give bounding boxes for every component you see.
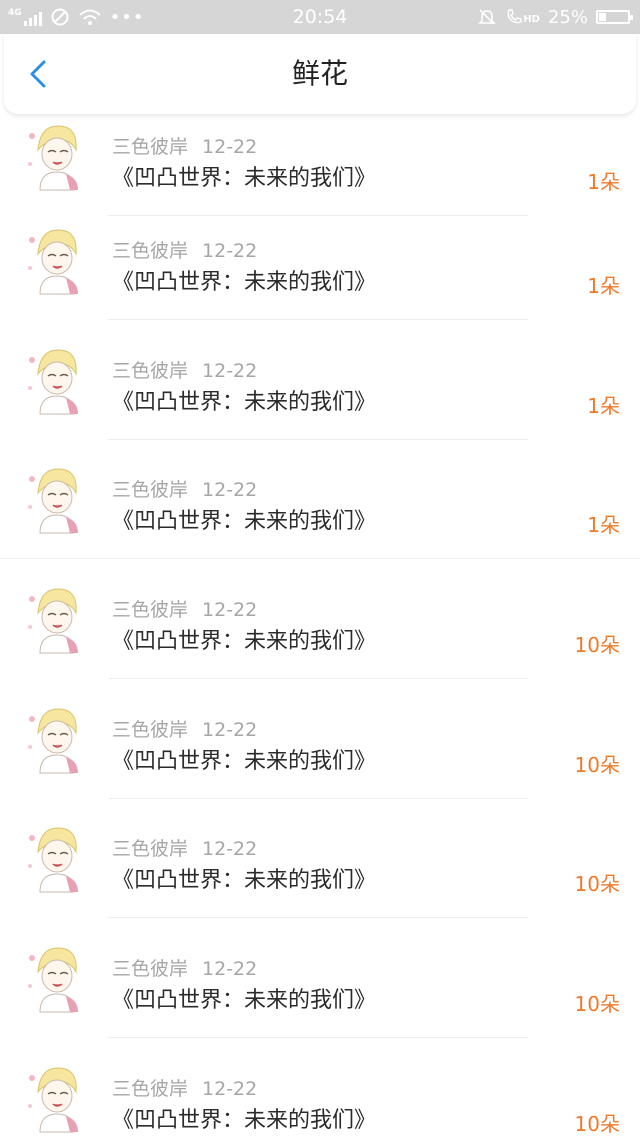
flower-count: 10朵 (574, 872, 620, 896)
user-avatar[interactable] (26, 120, 86, 192)
list-item[interactable]: 三色彼岸 12-22 《凹凸世界：未来的我们》 10朵 (0, 679, 640, 799)
record-date: 12-22 (202, 360, 258, 382)
username[interactable]: 三色彼岸 (112, 1078, 188, 1100)
record-date: 12-22 (202, 240, 258, 262)
work-title[interactable]: 《凹凸世界：未来的我们》 (112, 503, 376, 535)
bell-muted-icon (478, 9, 497, 25)
work-title[interactable]: 《凹凸世界：未来的我们》 (112, 982, 376, 1014)
record-date: 12-22 (202, 838, 258, 860)
record-meta: 三色彼岸 12-22 (112, 715, 257, 742)
work-title[interactable]: 《凹凸世界：未来的我们》 (112, 623, 376, 655)
username[interactable]: 三色彼岸 (112, 958, 188, 980)
record-meta: 三色彼岸 12-22 (112, 475, 257, 502)
flower-count: 1朵 (587, 513, 620, 537)
status-bar: 4G ••• 20:54 HD 25% (0, 0, 640, 34)
record-meta: 三色彼岸 12-22 (112, 834, 257, 861)
username[interactable]: 三色彼岸 (112, 719, 188, 741)
work-title[interactable]: 《凹凸世界：未来的我们》 (112, 1102, 376, 1134)
hd-call-icon: HD (505, 8, 540, 26)
list-item[interactable]: 三色彼岸 12-22 《凹凸世界：未来的我们》 1朵 (0, 200, 640, 320)
username[interactable]: 三色彼岸 (112, 838, 188, 860)
page-title: 鲜花 (291, 57, 348, 90)
battery-icon (596, 10, 633, 24)
work-title[interactable]: 《凹凸世界：未来的我们》 (112, 862, 376, 894)
record-date: 12-22 (202, 479, 258, 501)
list-item[interactable]: 三色彼岸 12-22 《凹凸世界：未来的我们》 10朵 (0, 918, 640, 1038)
list-item[interactable]: 三色彼岸 12-22 《凹凸世界：未来的我们》 10朵 (0, 1038, 640, 1138)
username[interactable]: 三色彼岸 (112, 240, 188, 262)
username[interactable]: 三色彼岸 (112, 136, 188, 158)
record-meta: 三色彼岸 12-22 (112, 954, 257, 981)
record-meta: 三色彼岸 12-22 (112, 356, 257, 383)
record-meta: 三色彼岸 12-22 (112, 595, 257, 622)
user-avatar[interactable] (26, 344, 86, 416)
flower-count: 1朵 (587, 170, 620, 194)
flower-count: 10朵 (574, 1112, 620, 1136)
record-date: 12-22 (202, 719, 258, 741)
flower-count: 1朵 (587, 274, 620, 298)
hd-label: HD (523, 14, 540, 25)
work-title[interactable]: 《凹凸世界：未来的我们》 (112, 384, 376, 416)
username[interactable]: 三色彼岸 (112, 479, 188, 501)
list-item[interactable]: 三色彼岸 12-22 《凹凸世界：未来的我们》 10朵 (0, 559, 640, 679)
user-avatar[interactable] (26, 463, 86, 535)
record-date: 12-22 (202, 599, 258, 621)
flower-count: 1朵 (587, 394, 620, 418)
user-avatar[interactable] (26, 942, 86, 1014)
work-title[interactable]: 《凹凸世界：未来的我们》 (112, 743, 376, 775)
user-avatar[interactable] (26, 1062, 86, 1134)
username[interactable]: 三色彼岸 (112, 599, 188, 621)
work-title[interactable]: 《凹凸世界：未来的我们》 (112, 160, 376, 192)
username[interactable]: 三色彼岸 (112, 360, 188, 382)
record-date: 12-22 (202, 958, 258, 980)
list-item[interactable]: 三色彼岸 12-22 《凹凸世界：未来的我们》 1朵 (0, 320, 640, 440)
navigation-bar: 鲜花 (4, 34, 636, 114)
user-avatar[interactable] (26, 224, 86, 296)
work-title[interactable]: 《凹凸世界：未来的我们》 (112, 264, 376, 296)
user-avatar[interactable] (26, 822, 86, 894)
battery-level (599, 13, 606, 21)
status-right: HD 25% (477, 0, 633, 34)
flower-count: 10朵 (574, 753, 620, 777)
record-date: 12-22 (202, 1078, 258, 1100)
list-item[interactable]: 三色彼岸 12-22 《凹凸世界：未来的我们》 1朵 (0, 96, 640, 216)
screen: 三色彼岸 12-22 《凹凸世界：未来的我们》 1朵 三色彼岸 12-22 《凹凸世… (0, 0, 640, 1138)
battery-percent: 25% (547, 6, 588, 28)
record-meta: 三色彼岸 12-22 (112, 132, 257, 159)
record-meta: 三色彼岸 12-22 (112, 1074, 257, 1101)
list-item[interactable]: 三色彼岸 12-22 《凹凸世界：未来的我们》 1朵 (0, 439, 640, 559)
phone-icon (507, 9, 523, 24)
user-avatar[interactable] (26, 703, 86, 775)
list-item[interactable]: 三色彼岸 12-22 《凹凸世界：未来的我们》 10朵 (0, 798, 640, 918)
user-avatar[interactable] (26, 583, 86, 655)
flower-count: 10朵 (574, 633, 620, 657)
record-meta: 三色彼岸 12-22 (112, 236, 257, 263)
flower-count: 10朵 (574, 992, 620, 1016)
record-date: 12-22 (202, 136, 258, 158)
